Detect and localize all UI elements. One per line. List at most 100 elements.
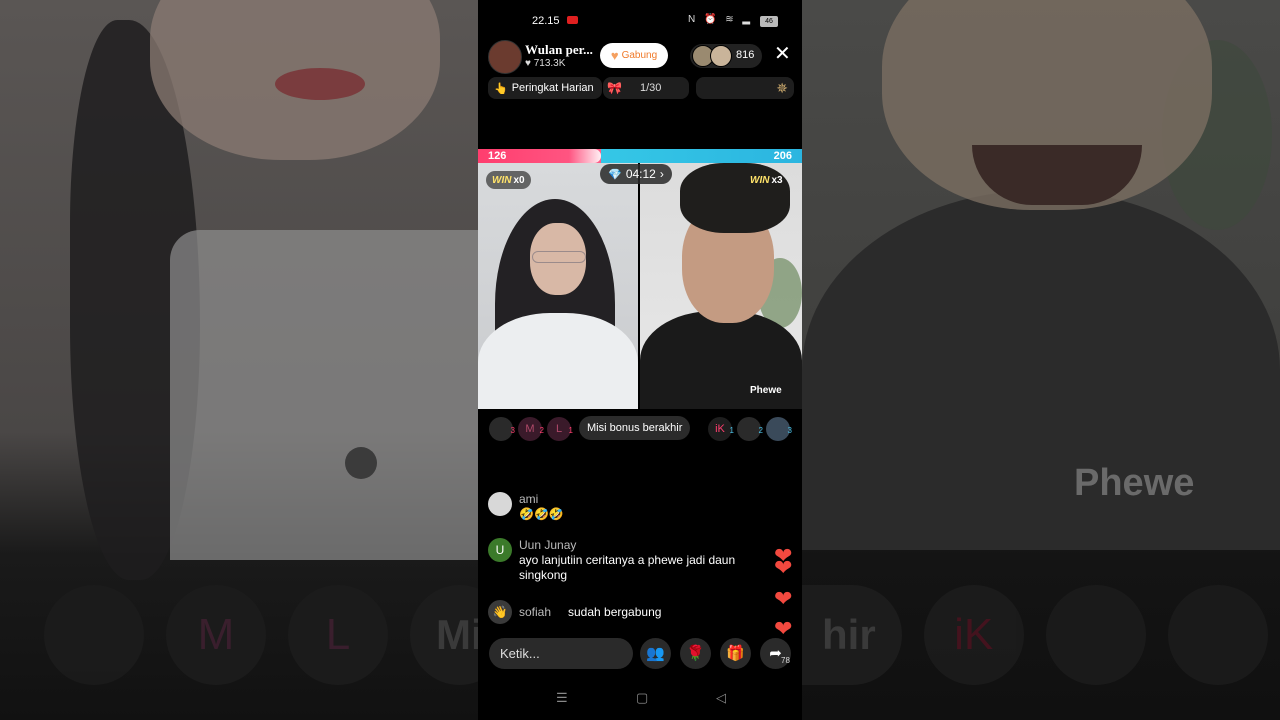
win-count-left: x0: [513, 174, 525, 186]
home-icon[interactable]: ▢: [636, 690, 648, 706]
bow-icon: 🎀: [607, 81, 622, 95]
host-avatar[interactable]: [488, 40, 522, 74]
status-time: 22.15: [532, 15, 560, 27]
battle-timer[interactable]: 💎 04:12 ›: [600, 164, 672, 184]
viewer-avatar[interactable]: [710, 45, 732, 67]
comment-avatar[interactable]: U: [488, 538, 512, 562]
supporter-rank: 2: [539, 426, 544, 435]
ranking-label: Peringkat Harian: [511, 82, 594, 94]
join-text: sudah bergabung: [568, 605, 662, 619]
supporter-rank: 2: [758, 426, 763, 435]
bg-bubble: L: [288, 585, 388, 685]
supporter-rank: 1: [568, 426, 573, 435]
host-likes: ♥ 713.3K: [525, 58, 565, 69]
video-shirt: [478, 313, 638, 409]
bg-bubbles-right: hir iK: [802, 560, 1268, 710]
badge-chip[interactable]: ✵: [696, 77, 794, 99]
supporter-initial: M: [525, 423, 535, 435]
daily-ranking-chip[interactable]: 👆 Peringkat Harian: [488, 77, 602, 99]
share-button[interactable]: ➦ 78: [760, 638, 791, 669]
comment-user[interactable]: Uun Junay: [519, 538, 576, 552]
supporter-rank: 3: [787, 426, 792, 435]
heart-icon: ♥: [525, 58, 531, 69]
viewer-list[interactable]: 816: [690, 44, 762, 68]
gift-button[interactable]: 🎁: [720, 638, 751, 669]
supporter-avatar[interactable]: 3: [766, 417, 792, 441]
bg-shirt-button: [345, 447, 377, 479]
back-icon[interactable]: ◁: [716, 690, 726, 706]
floating-heart-icon: ❤: [774, 586, 793, 611]
floating-heart-icon: ❤: [774, 616, 793, 641]
share-count: 78: [781, 656, 790, 665]
bg-pill: hir: [802, 585, 902, 685]
rose-gift-button[interactable]: 🌹: [680, 638, 711, 669]
win-word: WIN: [750, 174, 770, 186]
host-likes-count: 713.3K: [533, 58, 566, 69]
win-badge-left: WIN x0: [486, 171, 531, 189]
bg-tee: [802, 190, 1280, 550]
supporter-avatar[interactable]: L1: [547, 417, 573, 441]
supporter-rank: 1: [729, 426, 734, 435]
join-label: Gabung: [621, 50, 658, 61]
comment-user[interactable]: ami: [519, 492, 538, 506]
goal-chip[interactable]: 🎀 1/30: [603, 77, 689, 99]
supporter-initial: iK: [715, 423, 725, 435]
win-count-right: x3: [771, 174, 783, 186]
join-user[interactable]: sofiah: [519, 605, 551, 619]
viewer-count: 816: [736, 49, 755, 61]
score-left: 126: [488, 150, 507, 162]
bg-bubbles-left: M L Mi: [44, 560, 509, 710]
comment-placeholder: Ketik...: [500, 646, 540, 661]
comment-item[interactable]: ami 🤣🤣🤣: [488, 492, 768, 524]
host-profile[interactable]: Wulan per... ♥ 713.3K: [488, 40, 598, 74]
battle-score-bar: 126 206: [478, 149, 802, 163]
video-glasses: [532, 251, 586, 263]
supporter-avatar[interactable]: M2: [518, 417, 544, 441]
people-icon: 👥: [646, 645, 665, 662]
phone-screen: 22.15 N ⏰ ≋ ▂ 46 Wulan per... ♥ 713.3K ♥…: [478, 0, 802, 720]
comment-item[interactable]: U Uun Junay ayo lanjutiin ceritanya a ph…: [488, 538, 768, 586]
host-name: Wulan per...: [525, 42, 593, 57]
video-left[interactable]: [478, 163, 638, 409]
supporter-avatar[interactable]: 2: [737, 417, 763, 441]
guests-button[interactable]: 👥: [640, 638, 671, 669]
bg-shirt: [170, 230, 478, 560]
bg-bubble: iK: [923, 585, 1024, 685]
chevron-right-icon: ›: [659, 167, 664, 181]
badge-icon: ✵: [776, 79, 788, 96]
comment-text: 🤣🤣🤣: [519, 507, 564, 521]
share-arrow-icon: ➦: [769, 645, 782, 662]
youtube-notification-icon: [567, 16, 578, 24]
supporter-rank: 3: [510, 426, 515, 435]
recents-icon[interactable]: ☰: [556, 690, 568, 706]
bg-lips: [275, 68, 365, 100]
supporter-initial: L: [555, 423, 563, 435]
system-nav-bar: ☰ ▢ ◁: [478, 680, 802, 720]
win-badge-right: WIN x3: [744, 171, 789, 189]
close-icon[interactable]: ✕: [774, 44, 791, 64]
wave-icon: 👋: [488, 600, 512, 624]
diamond-icon: 💎: [608, 168, 622, 181]
join-button[interactable]: ♥ Gabung: [600, 43, 668, 68]
score-right: 206: [773, 150, 792, 162]
score-bar-right: [601, 149, 802, 163]
bg-bubble: M: [166, 585, 266, 685]
comment-avatar[interactable]: [488, 492, 512, 516]
timer-value: 04:12: [625, 167, 656, 181]
bg-name-label: Phewe: [1074, 462, 1195, 504]
opponent-name: Phewe: [750, 385, 782, 396]
battery-icon: 46: [760, 16, 778, 27]
floating-heart-icon: ❤: [774, 555, 793, 580]
supporter-avatar[interactable]: 3: [489, 417, 515, 441]
thumbs-up-icon: 👆: [494, 82, 508, 95]
bg-bubble: [1045, 585, 1146, 685]
bg-bubble: [1167, 585, 1268, 685]
supporter-avatar[interactable]: iK 1: [708, 417, 734, 441]
comment-input[interactable]: Ketik...: [489, 638, 633, 669]
status-bar: 22.15 N ⏰ ≋ ▂ 46: [478, 10, 802, 32]
video-right[interactable]: [640, 163, 802, 409]
join-notice: 👋 sofiah sudah bergabung: [488, 600, 748, 624]
bg-bubble: [44, 585, 144, 685]
heart-plus-icon: ♥: [610, 48, 619, 63]
gift-icon: 🎁: [726, 645, 745, 662]
